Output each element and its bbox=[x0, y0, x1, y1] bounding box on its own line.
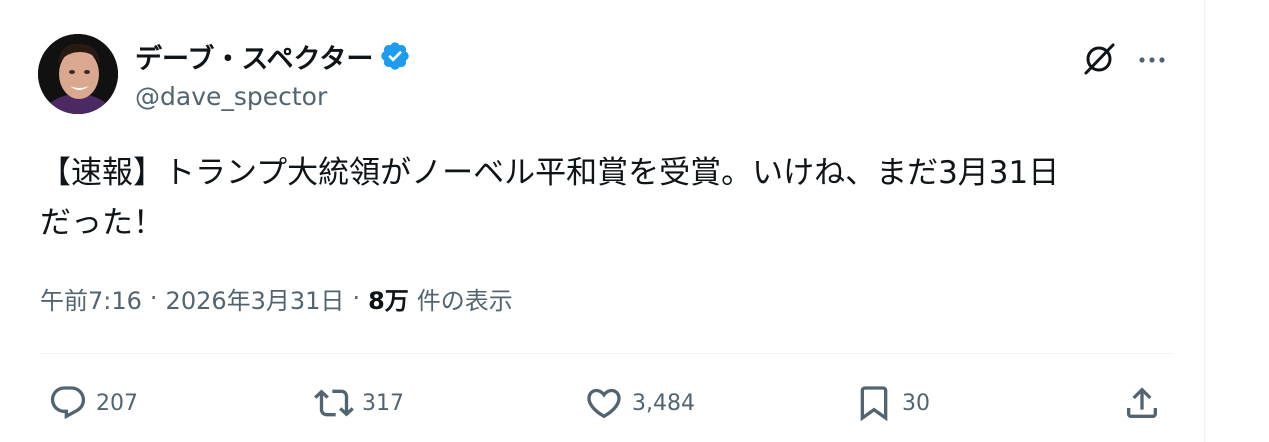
like-count: 3,484 bbox=[632, 390, 695, 416]
share-button[interactable] bbox=[1122, 380, 1162, 426]
tweet-meta: 午前7:16 · 2026年3月31日 · 8万 件の表示 bbox=[40, 280, 513, 316]
author-handle[interactable]: @dave_spector bbox=[135, 82, 327, 111]
retweet-icon bbox=[314, 389, 354, 417]
retweet-button[interactable]: 317 bbox=[314, 380, 404, 426]
retweet-count: 317 bbox=[362, 390, 404, 416]
bookmark-count: 30 bbox=[902, 390, 930, 416]
views-label: 件の表示 bbox=[416, 286, 513, 315]
author-name[interactable]: デーブ・スペクター bbox=[135, 37, 373, 76]
tweet-text: 【速報】トランプ大統領がノーベル平和賞を受賞。いけね、まだ3月31日 だった！ bbox=[40, 155, 1060, 241]
author-name-row: デーブ・スペクター bbox=[135, 36, 411, 76]
avatar[interactable] bbox=[38, 34, 118, 114]
avatar-image bbox=[38, 34, 118, 114]
like-button[interactable]: 3,484 bbox=[584, 380, 695, 426]
reply-button[interactable]: 207 bbox=[48, 380, 138, 426]
heart-icon bbox=[587, 388, 621, 419]
views-count: 8万 bbox=[368, 286, 409, 315]
reply-icon bbox=[50, 386, 86, 420]
meta-separator: · bbox=[149, 284, 158, 312]
tweet-time[interactable]: 午前7:16 bbox=[40, 281, 142, 316]
verified-badge-icon[interactable] bbox=[379, 40, 411, 72]
tweet-card: デーブ・スペクター @dave_spector 【速報】トランプ大統領がノーベル… bbox=[0, 0, 1204, 442]
divider bbox=[40, 353, 1173, 354]
action-bar: 207 317 3,484 30 bbox=[0, 380, 1204, 426]
tweet-date[interactable]: 2026年3月31日 bbox=[166, 281, 345, 316]
bookmark-button[interactable]: 30 bbox=[854, 380, 930, 426]
column-border bbox=[1204, 0, 1205, 442]
bookmark-icon bbox=[860, 386, 888, 422]
grok-icon[interactable] bbox=[1080, 40, 1118, 78]
reply-count: 207 bbox=[96, 390, 138, 416]
share-icon bbox=[1127, 387, 1157, 418]
meta-separator: · bbox=[352, 284, 361, 312]
more-icon[interactable] bbox=[1134, 42, 1170, 78]
